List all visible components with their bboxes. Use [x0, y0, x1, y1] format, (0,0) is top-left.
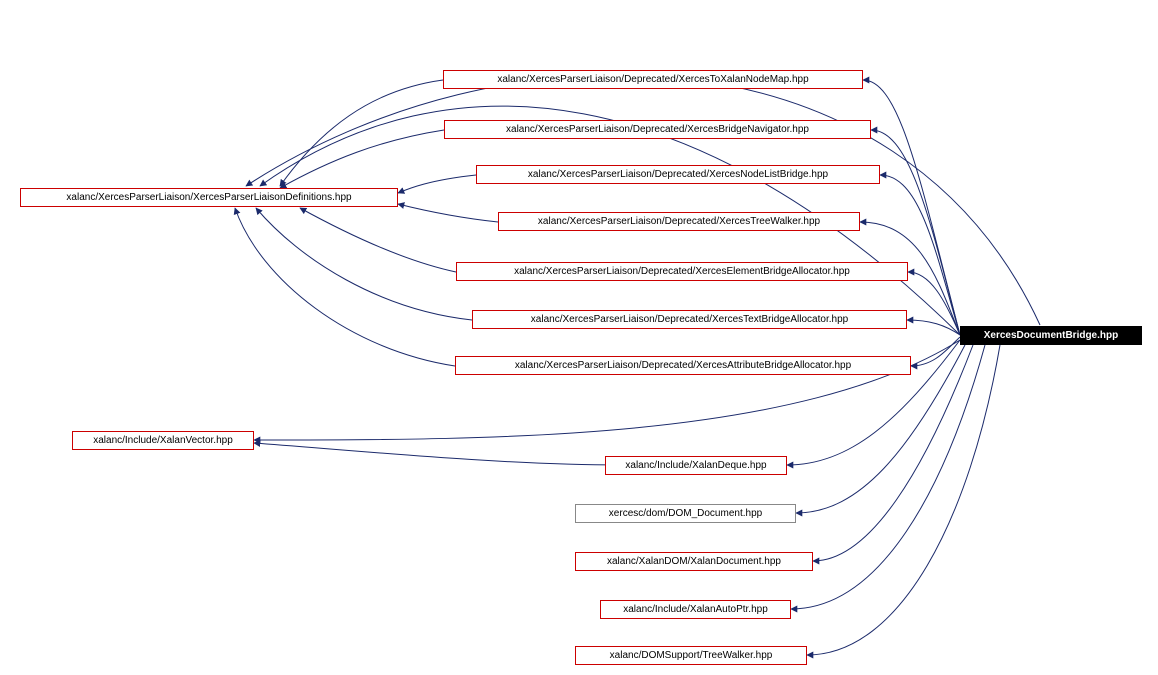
node-parser-defs[interactable]: xalanc/XercesParserLiaison/XercesParserL…	[20, 188, 398, 207]
node-tree-walker-deprecated[interactable]: xalanc/XercesParserLiaison/Deprecated/Xe…	[498, 212, 860, 231]
node-xalan-vector[interactable]: xalanc/Include/XalanVector.hpp	[72, 431, 254, 450]
node-attribute-allocator[interactable]: xalanc/XercesParserLiaison/Deprecated/Xe…	[455, 356, 911, 375]
node-xalan-autoptr[interactable]: xalanc/Include/XalanAutoPtr.hpp	[600, 600, 791, 619]
node-xalan-deque[interactable]: xalanc/Include/XalanDeque.hpp	[605, 456, 787, 475]
root-node[interactable]: XercesDocumentBridge.hpp	[960, 326, 1142, 345]
node-bridge-navigator[interactable]: xalanc/XercesParserLiaison/Deprecated/Xe…	[444, 120, 871, 139]
node-text-allocator[interactable]: xalanc/XercesParserLiaison/Deprecated/Xe…	[472, 310, 907, 329]
node-to-xalan-node-map[interactable]: xalanc/XercesParserLiaison/Deprecated/Xe…	[443, 70, 863, 89]
node-dom-document[interactable]: xercesc/dom/DOM_Document.hpp	[575, 504, 796, 523]
node-domsupport-treewalker[interactable]: xalanc/DOMSupport/TreeWalker.hpp	[575, 646, 807, 665]
node-element-allocator[interactable]: xalanc/XercesParserLiaison/Deprecated/Xe…	[456, 262, 908, 281]
node-nodelist-bridge[interactable]: xalanc/XercesParserLiaison/Deprecated/Xe…	[476, 165, 880, 184]
node-xalan-document[interactable]: xalanc/XalanDOM/XalanDocument.hpp	[575, 552, 813, 571]
